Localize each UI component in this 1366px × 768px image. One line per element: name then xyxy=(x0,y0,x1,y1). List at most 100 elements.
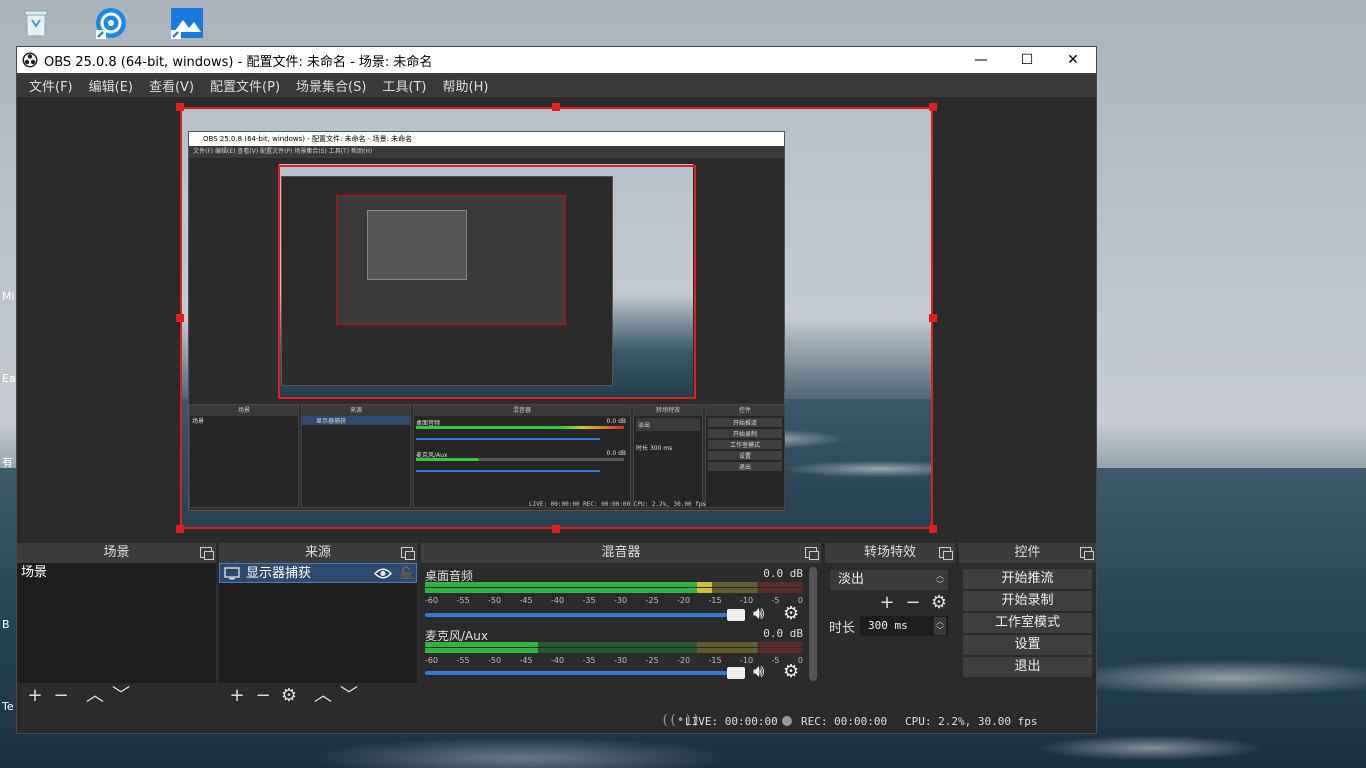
scene-item[interactable]: 场景 xyxy=(17,563,216,583)
lock-icon[interactable] xyxy=(400,566,412,580)
desktop-label-5: Te xyxy=(2,700,14,713)
meter-ticks: -60 -55 -50 -45 -40 -35 -30 -25 -20 -15 -10 -5 0 xyxy=(425,656,803,665)
volume-slider-handle[interactable] xyxy=(727,667,745,679)
controls-header: 控件 xyxy=(1014,545,1041,560)
menu-help[interactable]: 帮助(H) xyxy=(435,76,497,95)
add-transition-button[interactable]: + xyxy=(877,593,897,613)
source-selection-box[interactable] xyxy=(180,107,933,529)
move-up-icon[interactable]: ︿ xyxy=(85,686,105,706)
duration-value: 300 ms xyxy=(868,619,908,632)
source-item[interactable]: 显示器捕获 xyxy=(219,563,417,583)
float-dock-icon[interactable] xyxy=(200,547,214,560)
menu-file[interactable]: 文件(F) xyxy=(21,76,81,95)
controls-dock: 控件 开始推流 开始录制 工作室模式 设置 退出 xyxy=(959,543,1096,709)
track-db: 0.0 dB xyxy=(763,627,803,640)
start-streaming-button[interactable]: 开始推流 xyxy=(963,569,1092,589)
move-up-icon[interactable]: ︿ xyxy=(313,686,333,706)
record-dot-icon xyxy=(782,716,792,726)
remove-source-button[interactable]: − xyxy=(253,686,273,706)
transitions-header: 转场特效 xyxy=(863,545,916,560)
volume-slider[interactable] xyxy=(425,613,735,617)
sources-dock: 来源 显示器捕获 + − ⚙ ︿ ﹀ xyxy=(219,543,417,709)
level-meter xyxy=(425,582,803,587)
gear-icon[interactable]: ⚙ xyxy=(783,661,799,682)
level-dim xyxy=(712,582,803,587)
transitions-dock: 转场特效 淡出 ︿ ﹀ + − ⚙ 时长 300 ms ︿ ﹀ xyxy=(825,543,955,709)
move-down-icon[interactable]: ﹀ xyxy=(339,686,359,706)
duration-label: 时长 xyxy=(829,621,856,636)
recycle-bin-icon[interactable] xyxy=(22,8,56,42)
move-down-icon[interactable]: ﹀ xyxy=(111,686,131,706)
float-dock-icon[interactable] xyxy=(401,547,415,560)
remove-transition-button[interactable]: − xyxy=(903,593,923,613)
duration-spinbox[interactable]: 300 ms ︿ ﹀ xyxy=(859,615,949,637)
edge-app-icon[interactable] xyxy=(94,6,128,40)
settings-button[interactable]: 设置 xyxy=(963,635,1092,655)
menu-view[interactable]: 查看(V) xyxy=(141,76,202,95)
volume-slider[interactable] xyxy=(425,671,735,675)
transition-select[interactable]: 淡出 ︿ ﹀ xyxy=(829,569,949,591)
resize-handle-t[interactable] xyxy=(552,103,560,111)
resize-handle-br[interactable] xyxy=(929,525,937,533)
float-dock-icon[interactable] xyxy=(805,547,819,560)
menu-edit[interactable]: 编辑(E) xyxy=(81,76,141,95)
title-bar[interactable]: OBS 25.0.8 (64-bit, windows) - 配置文件: 未命名… xyxy=(17,47,1096,73)
mixer-scrollbar[interactable] xyxy=(809,567,817,681)
level-meter xyxy=(425,642,803,647)
menu-profile[interactable]: 配置文件(P) xyxy=(202,76,288,95)
track-name: 桌面音频 xyxy=(425,569,474,583)
desktop-label-4: B xyxy=(2,618,10,631)
exit-button[interactable]: 退出 xyxy=(963,657,1092,677)
mixer-header: 混音器 xyxy=(601,545,641,560)
track-name: 麦克风/Aux xyxy=(425,629,488,643)
close-button[interactable]: ✕ xyxy=(1050,47,1096,73)
add-scene-button[interactable]: + xyxy=(25,686,45,706)
menu-tools[interactable]: 工具(T) xyxy=(374,76,434,95)
meter-ticks: -60 -55 -50 -45 -40 -35 -30 -25 -20 -15 -10 -5 0 xyxy=(425,596,803,605)
gear-icon[interactable]: ⚙ xyxy=(783,603,799,624)
scenes-header: 场景 xyxy=(103,545,130,560)
menu-scene-collection[interactable]: 场景集合(S) xyxy=(288,76,374,95)
photos-app-icon[interactable] xyxy=(170,6,204,40)
remove-scene-button[interactable]: − xyxy=(51,686,71,706)
float-dock-icon[interactable] xyxy=(939,547,953,560)
status-bar: ((•)) LIVE: 00:00:00 REC: 00:00:00 CPU: … xyxy=(17,709,1096,733)
cpu-status: CPU: 2.2%, 30.00 fps xyxy=(905,715,1038,728)
obs-window: OBS 25.0.8 (64-bit, windows) - 配置文件: 未命名… xyxy=(16,46,1097,734)
desktop-label-2: Ea xyxy=(2,372,16,385)
mixer-dock: 混音器 桌面音频 0.0 dB -60 -55 -50 -45 -40 -35 -30 -25… xyxy=(421,543,821,709)
add-source-button[interactable]: + xyxy=(227,686,247,706)
scenes-dock: 场景 场景 + − ︿ ﹀ xyxy=(17,543,216,709)
preview-area[interactable]: OBS 25.0.8 (64-bit, windows) - 配置文件: 未命名… xyxy=(17,97,1096,539)
float-dock-icon[interactable] xyxy=(1080,547,1094,560)
window-title: OBS 25.0.8 (64-bit, windows) - 配置文件: 未命名… xyxy=(44,54,433,70)
resize-handle-l[interactable] xyxy=(176,314,184,322)
source-label: 显示器捕获 xyxy=(246,566,312,581)
scenes-list[interactable]: 场景 xyxy=(17,563,216,683)
transition-gear-icon[interactable]: ⚙ xyxy=(929,593,949,613)
speaker-icon[interactable]: 🔊︎ xyxy=(753,603,764,624)
studio-mode-button[interactable]: 工作室模式 xyxy=(963,613,1092,633)
sources-list[interactable]: 显示器捕获 xyxy=(219,563,417,683)
minimize-button[interactable]: — xyxy=(958,47,1004,73)
source-properties-gear-icon[interactable]: ⚙ xyxy=(279,686,299,706)
mixer-track-mic: 麦克风/Aux 0.0 dB -60 -55 -50 -45 -40 -35 -30 -25-… xyxy=(425,627,803,683)
eye-icon[interactable] xyxy=(374,568,392,579)
speaker-icon[interactable]: 🔊︎ xyxy=(753,661,764,682)
resize-handle-tl[interactable] xyxy=(176,103,184,111)
start-recording-button[interactable]: 开始录制 xyxy=(963,591,1092,611)
resize-handle-tr[interactable] xyxy=(929,103,937,111)
chevron-updown-icon[interactable]: ︿ ﹀ xyxy=(934,617,946,635)
live-status: LIVE: 00:00:00 xyxy=(685,715,778,728)
resize-handle-r[interactable] xyxy=(929,314,937,322)
resize-handle-bl[interactable] xyxy=(176,525,184,533)
volume-slider-handle[interactable] xyxy=(727,609,745,621)
resize-handle-b[interactable] xyxy=(552,525,560,533)
transition-value: 淡出 xyxy=(838,572,865,587)
track-db: 0.0 dB xyxy=(763,567,803,580)
obs-logo-icon xyxy=(22,52,38,68)
level-meter xyxy=(425,588,803,593)
chevron-updown-icon: ︿ ﹀ xyxy=(936,571,944,589)
maximize-button[interactable]: ☐ xyxy=(1004,47,1050,73)
desktop-label-1: Mi xyxy=(2,290,15,303)
